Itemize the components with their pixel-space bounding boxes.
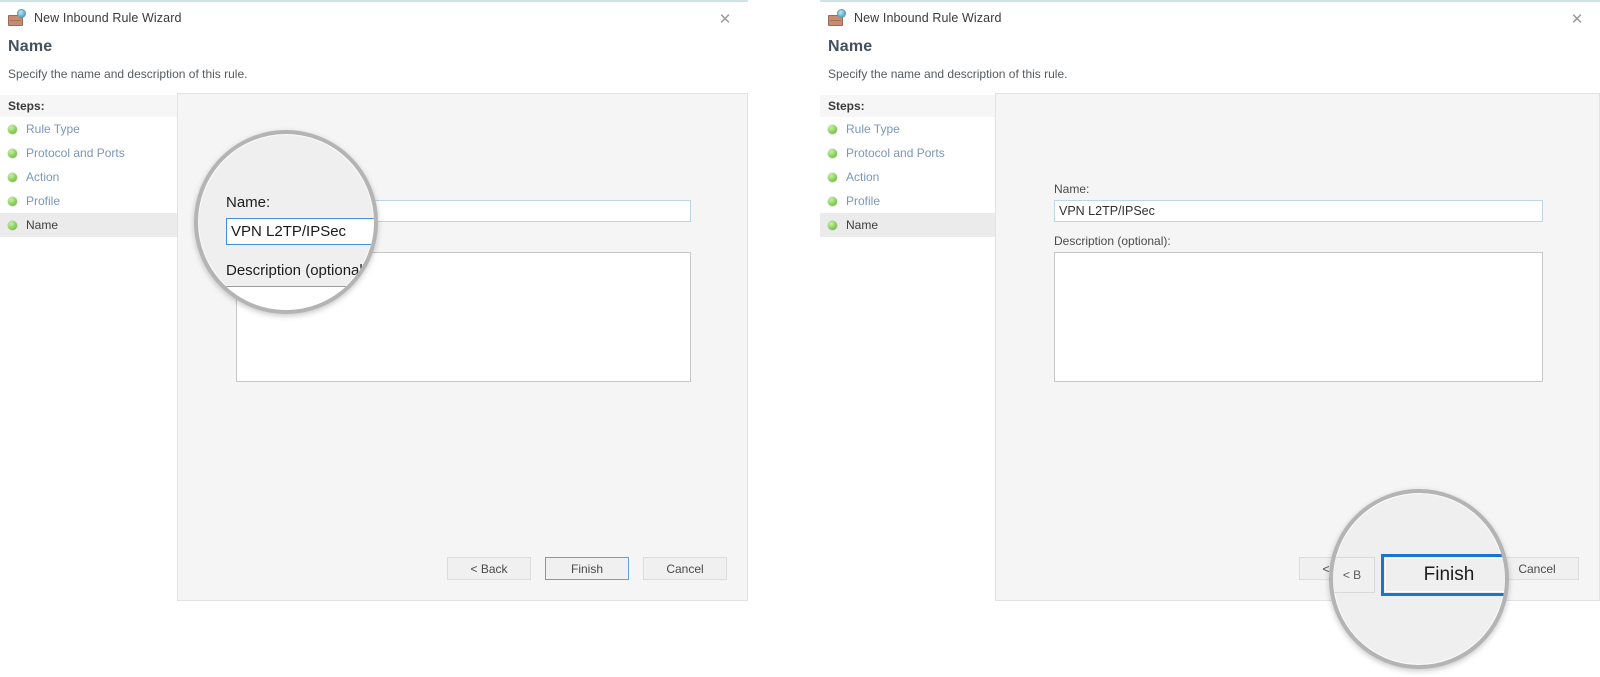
step-complete-dot-icon — [8, 196, 17, 206]
steps-sidebar: Steps: Rule Type Protocol and Ports Acti… — [820, 93, 995, 601]
page-header-left: Name Specify the name and description of… — [0, 34, 748, 93]
sidebar-item-protocol-and-ports[interactable]: Protocol and Ports — [820, 141, 995, 165]
wizard-content-right: Name: Description (optional): < Back Fin… — [995, 93, 1600, 601]
screenshot-stage: New Inbound Rule Wizard ✕ Name Specify t… — [0, 0, 1600, 677]
step-complete-dot-icon — [8, 220, 17, 230]
page-title: Name — [8, 38, 53, 55]
back-button[interactable]: < Back — [447, 557, 531, 580]
page-subtitle: Specify the name and description of this… — [828, 67, 1068, 81]
sidebar-item-action[interactable]: Action — [820, 165, 995, 189]
step-complete-dot-icon — [8, 148, 17, 158]
firewall-rule-icon — [828, 8, 846, 27]
sidebar-item-rule-type[interactable]: Rule Type — [820, 117, 995, 141]
sidebar-item-profile[interactable]: Profile — [820, 189, 995, 213]
step-label: Protocol and Ports — [846, 146, 945, 160]
step-label: Name — [26, 218, 59, 232]
name-field-label: Name: — [1054, 182, 1090, 196]
sidebar-item-rule-type[interactable]: Rule Type — [0, 117, 177, 141]
step-complete-dot-icon — [828, 196, 837, 206]
step-label: Action — [846, 170, 880, 184]
wizard-footer-left: < Back Finish Cancel — [447, 557, 727, 580]
close-icon[interactable]: ✕ — [710, 8, 740, 30]
step-complete-dot-icon — [828, 220, 837, 230]
window-title: New Inbound Rule Wizard — [854, 11, 1002, 25]
sidebar-item-profile[interactable]: Profile — [0, 189, 177, 213]
page-title: Name — [828, 38, 873, 55]
window-title: New Inbound Rule Wizard — [34, 11, 182, 25]
name-input[interactable] — [1054, 200, 1543, 222]
magnified-name-value: VPN L2TP/IPSec — [231, 223, 347, 240]
step-complete-dot-icon — [8, 172, 17, 182]
magnified-finish-button: Finish — [1381, 554, 1505, 596]
step-complete-dot-icon — [8, 124, 17, 134]
step-label: Name — [846, 218, 879, 232]
magnifier-lens-name-field: Name: VPN L2TP/IPSec Description (option… — [194, 130, 378, 314]
wizard-window-left: New Inbound Rule Wizard ✕ Name Specify t… — [0, 0, 748, 640]
step-complete-dot-icon — [828, 172, 837, 182]
sidebar-item-protocol-and-ports[interactable]: Protocol and Ports — [0, 141, 177, 165]
sidebar-item-name[interactable]: Name — [820, 213, 995, 237]
step-label: Protocol and Ports — [26, 146, 125, 160]
finish-button[interactable]: Finish — [545, 557, 629, 580]
page-header-right: Name Specify the name and description of… — [820, 34, 1600, 93]
sidebar-item-name[interactable]: Name — [0, 213, 177, 237]
step-complete-dot-icon — [828, 124, 837, 134]
steps-header: Steps: — [0, 95, 177, 117]
magnified-name-label: Name: — [226, 194, 271, 211]
magnified-back-button: < B — [1333, 557, 1375, 593]
step-complete-dot-icon — [828, 148, 837, 158]
magnified-description-label: Description (optional): — [226, 262, 372, 279]
magnified-description-box — [226, 286, 374, 310]
steps-sidebar: Steps: Rule Type Protocol and Ports Acti… — [0, 93, 177, 601]
firewall-rule-icon — [8, 8, 26, 27]
titlebar-left: New Inbound Rule Wizard ✕ — [0, 0, 748, 34]
wizard-body-left: Steps: Rule Type Protocol and Ports Acti… — [0, 93, 748, 601]
description-field-label: Description (optional): — [1054, 234, 1171, 248]
step-label: Profile — [846, 194, 881, 208]
titlebar-right: New Inbound Rule Wizard ✕ — [820, 0, 1600, 34]
magnified-name-input: VPN L2TP/IPSec — [226, 218, 374, 245]
name-form: Name: Description (optional): — [1054, 182, 1543, 387]
magnifier-lens-finish-button: < B Finish — [1329, 489, 1509, 669]
close-icon[interactable]: ✕ — [1562, 8, 1592, 30]
cancel-button[interactable]: Cancel — [643, 557, 727, 580]
step-label: Action — [26, 170, 60, 184]
sidebar-item-action[interactable]: Action — [0, 165, 177, 189]
description-textarea[interactable] — [1054, 252, 1543, 382]
step-label: Profile — [26, 194, 61, 208]
focus-ring — [1385, 558, 1505, 592]
step-label: Rule Type — [26, 122, 80, 136]
steps-header: Steps: — [820, 95, 995, 117]
step-label: Rule Type — [846, 122, 900, 136]
page-subtitle: Specify the name and description of this… — [8, 67, 248, 81]
